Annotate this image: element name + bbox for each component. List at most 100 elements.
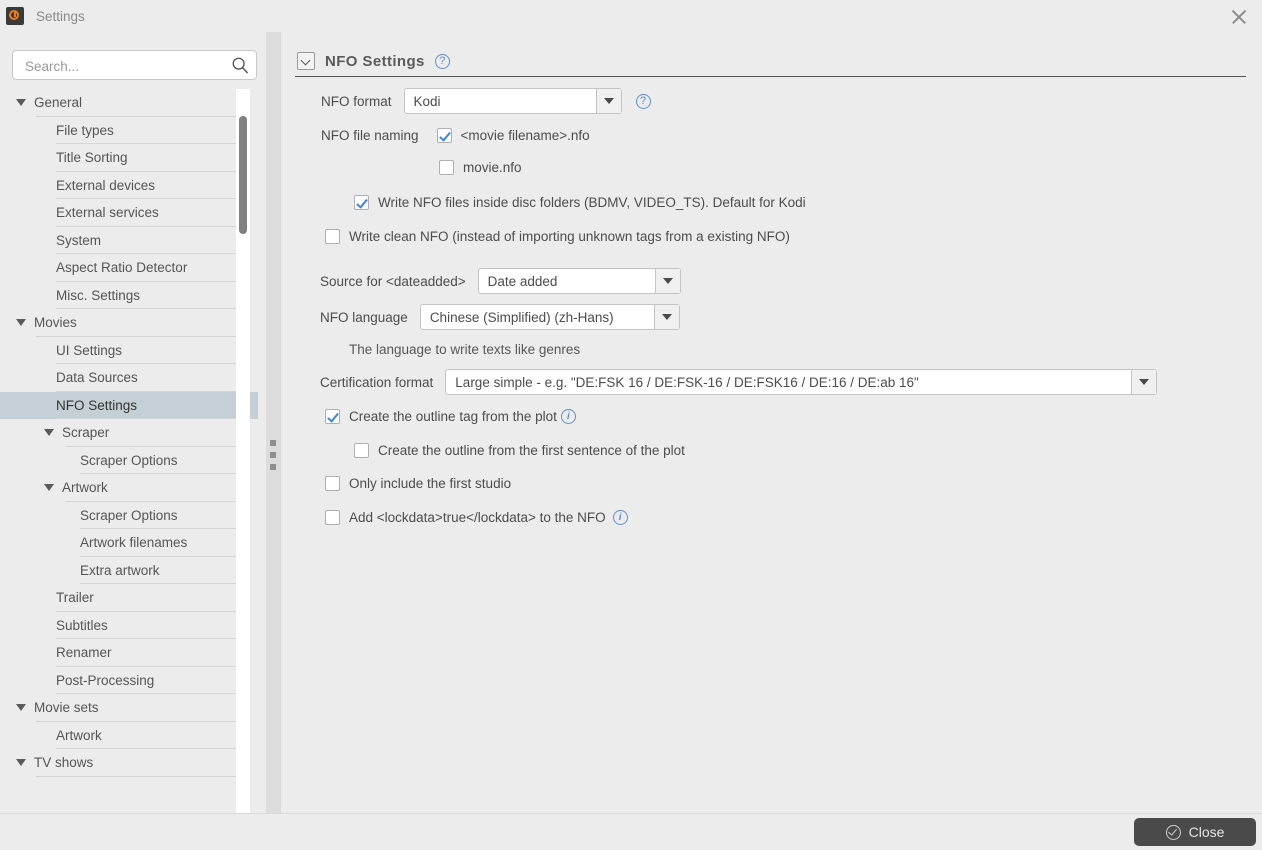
dateadded-select[interactable]: Date added (477, 268, 681, 294)
sidebar-item-extra-artwork[interactable]: Extra artwork (0, 557, 258, 584)
close-icon[interactable] (1230, 8, 1248, 26)
add-lockdata-checkbox[interactable] (325, 510, 340, 525)
only-first-studio-checkbox[interactable] (325, 476, 340, 491)
nfo-settings-panel: NFO Settings ? NFO format Kodi ? NFO fil… (280, 32, 1262, 813)
sidebar-item-nfo-settings[interactable]: NFO Settings (0, 391, 258, 419)
sidebar-item-title-sorting[interactable]: Title Sorting (0, 144, 258, 172)
search-icon[interactable] (231, 56, 249, 74)
caret-down-icon[interactable] (16, 759, 26, 767)
chevron-down-icon[interactable] (654, 269, 680, 293)
sidebar-item-post-processing[interactable]: Post-Processing (0, 667, 258, 694)
nfo-format-select[interactable]: Kodi (403, 88, 622, 114)
chevron-down-box-icon[interactable] (297, 52, 315, 70)
sidebar-item-movie-sets[interactable]: Movie sets (0, 694, 258, 722)
tinymediamanager-logo-icon (6, 7, 24, 25)
dateadded-value: Date added (487, 273, 558, 289)
write-clean-nfo-label: Write clean NFO (instead of importing un… (349, 229, 790, 244)
sidebar-item-label: Movie sets (34, 700, 99, 716)
sidebar-item-file-types[interactable]: File types (0, 117, 258, 144)
search-input[interactable] (23, 51, 227, 81)
caret-down-icon[interactable] (44, 429, 54, 437)
nfo-language-select[interactable]: Chinese (Simplified) (zh-Hans) (419, 304, 680, 330)
close-button[interactable]: Close (1134, 818, 1256, 846)
footer-bar: Close (0, 813, 1262, 850)
nfo-file-naming-label: NFO file naming (321, 128, 419, 143)
sidebar-item-external-devices[interactable]: External devices (0, 172, 258, 199)
sidebar-item-renamer[interactable]: Renamer (0, 639, 258, 667)
nfo-format-value: Kodi (413, 93, 441, 109)
chevron-down-icon[interactable] (1131, 370, 1157, 394)
sidebar-item-label: Aspect Ratio Detector (56, 260, 188, 276)
nfo-format-label: NFO format (321, 93, 392, 109)
panel-divider (295, 76, 1246, 77)
sidebar-item-label: File types (56, 122, 114, 138)
sidebar-item-label: NFO Settings (56, 397, 138, 413)
write-clean-nfo-row: Write clean NFO (instead of importing un… (325, 229, 790, 244)
nfo-language-hint: The language to write texts like genres (349, 342, 581, 357)
sidebar-item-misc-settings[interactable]: Misc. Settings (0, 282, 258, 309)
sidebar-item-ui-settings[interactable]: UI Settings (0, 337, 258, 364)
sidebar-scrollbar[interactable] (236, 89, 250, 813)
sidebar-item-label: Extra artwork (80, 562, 160, 578)
search-box[interactable] (12, 50, 257, 81)
outline-from-plot-checkbox[interactable] (325, 409, 340, 424)
splitter-dot (270, 464, 276, 470)
outline-first-sentence-checkbox[interactable] (354, 443, 369, 458)
chevron-down-icon[interactable] (653, 305, 679, 329)
add-lockdata-info-icon[interactable]: i (612, 510, 628, 525)
sidebar-item-external-services[interactable]: External services (0, 199, 258, 227)
sidebar-item-movies[interactable]: Movies (0, 309, 258, 337)
sidebar-item-label: System (56, 232, 102, 248)
sidebar-item-label: Scraper (62, 425, 110, 441)
write-disc-folders-row: Write NFO files inside disc folders (BDM… (354, 195, 806, 210)
sidebar-item-label: Movies (34, 315, 77, 331)
sidebar-item-scraper[interactable]: Scraper (0, 419, 258, 447)
nfo-format-row: NFO format Kodi ? (321, 88, 651, 114)
certification-format-label: Certification format (320, 374, 434, 390)
check-circle-icon (1165, 824, 1181, 840)
panel-splitter[interactable] (266, 32, 280, 813)
movie-filename-nfo-label: <movie filename>.nfo (460, 128, 590, 143)
content-area: General File types Title Sorting External d… (0, 32, 1262, 813)
certification-format-select[interactable]: Large simple - e.g. "DE:FSK 16 / DE:FSK-… (445, 369, 1158, 395)
nfo-format-help-icon[interactable]: ? (635, 93, 651, 109)
movie-nfo-label: movie.nfo (463, 160, 522, 175)
sidebar-item-subtitles[interactable]: Subtitles (0, 612, 258, 639)
splitter-dot (270, 440, 276, 446)
sidebar-item-tv-shows[interactable]: TV shows (0, 749, 258, 777)
sidebar-item-scraper-options[interactable]: Scraper Options (0, 502, 258, 529)
movie-nfo-checkbox[interactable] (439, 160, 454, 175)
chevron-down-icon[interactable] (595, 89, 621, 113)
outline-from-plot-info-icon[interactable]: i (560, 409, 576, 424)
sidebar-scrollbar-thumb[interactable] (239, 116, 247, 234)
splitter-dot (270, 452, 276, 458)
page-title: NFO Settings (325, 52, 425, 70)
sidebar-item-label: General (34, 95, 83, 111)
sidebar-item-scraper-options[interactable]: Scraper Options (0, 447, 258, 474)
movie-nfo-row: movie.nfo (439, 160, 522, 175)
settings-tree[interactable]: General File types Title Sorting External d… (0, 89, 258, 813)
sidebar-item-label: Misc. Settings (56, 287, 141, 303)
caret-down-icon[interactable] (16, 319, 26, 327)
sidebar-item-trailer[interactable]: Trailer (0, 584, 258, 612)
write-disc-folders-checkbox[interactable] (354, 195, 369, 210)
sidebar-item-label: Artwork (62, 480, 108, 496)
sidebar-item-system[interactable]: System (0, 227, 258, 254)
sidebar-item-artwork[interactable]: Artwork (0, 722, 258, 749)
nfo-file-naming-row: NFO file naming <movie filename>.nfo (321, 128, 590, 143)
caret-down-icon[interactable] (16, 704, 26, 712)
sidebar-item-data-sources[interactable]: Data Sources (0, 364, 258, 392)
sidebar-item-artwork[interactable]: Artwork (0, 474, 258, 502)
movie-filename-nfo-checkbox[interactable] (436, 128, 452, 143)
caret-down-icon[interactable] (16, 99, 26, 107)
caret-down-icon[interactable] (44, 484, 54, 492)
help-icon[interactable]: ? (434, 53, 450, 69)
write-disc-folders-label: Write NFO files inside disc folders (BDM… (378, 195, 806, 210)
sidebar-item-label: Scraper Options (80, 452, 178, 468)
outline-first-sentence-row: Create the outline from the first senten… (354, 443, 685, 458)
write-clean-nfo-checkbox[interactable] (325, 229, 340, 244)
sidebar-item-aspect-ratio-detector[interactable]: Aspect Ratio Detector (0, 254, 258, 282)
sidebar-item-artwork-filenames[interactable]: Artwork filenames (0, 529, 258, 557)
dateadded-label: Source for <dateadded> (320, 273, 466, 289)
sidebar-item-general[interactable]: General (0, 89, 258, 117)
